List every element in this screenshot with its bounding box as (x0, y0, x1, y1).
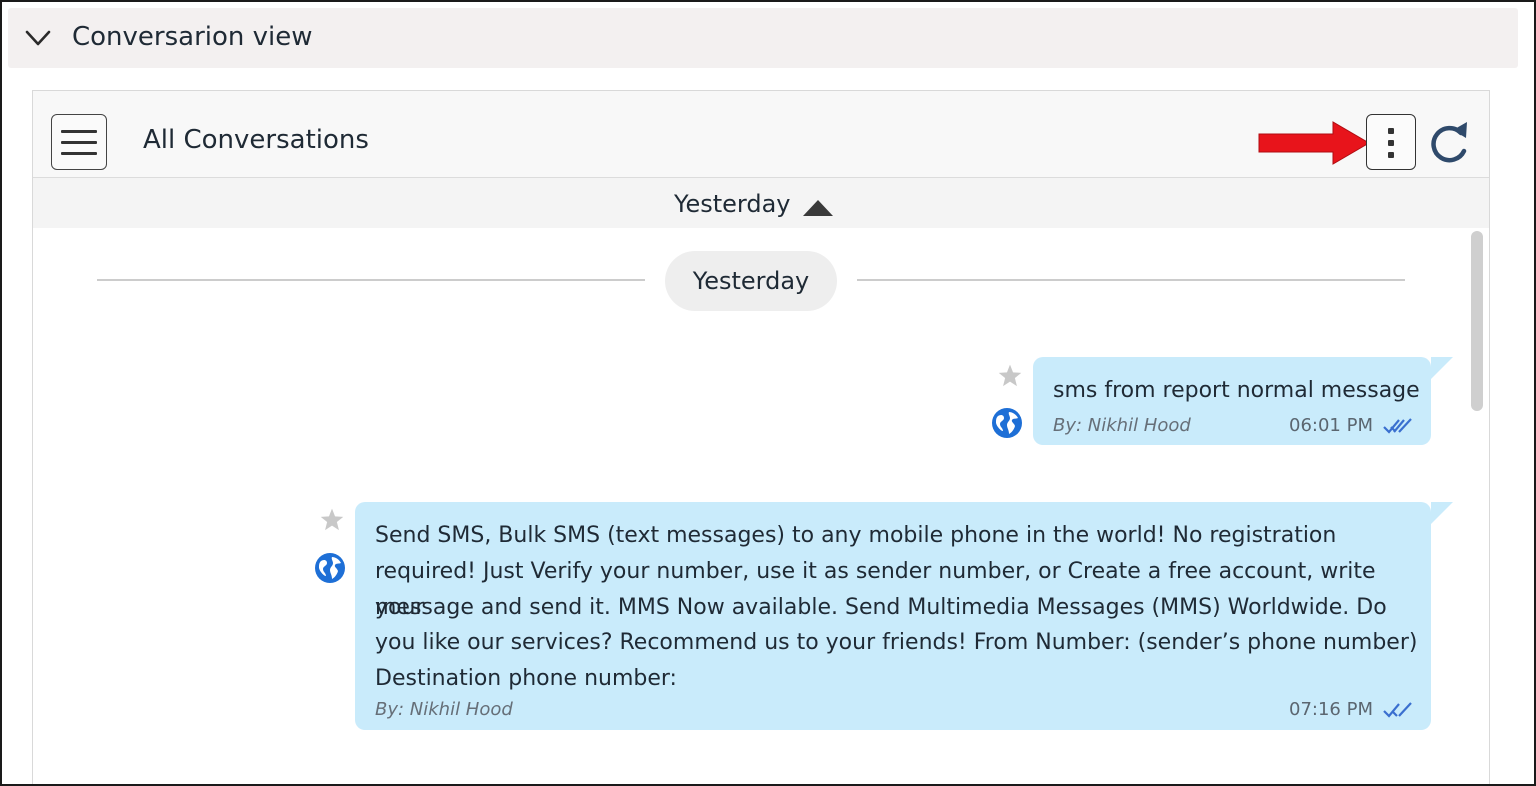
message-author: By: Nikhil Hood (1053, 415, 1191, 436)
star-icon[interactable] (997, 363, 1023, 389)
hamburger-menu-icon (61, 152, 97, 155)
message-text-line: Send SMS, Bulk SMS (text messages) to an… (375, 523, 1337, 548)
double-check-icon (1383, 702, 1412, 718)
date-separator-label: Yesterday (692, 267, 810, 295)
date-group-bar[interactable]: Yesterday (33, 178, 1489, 228)
message-bubble-tail (1431, 502, 1453, 524)
more-vertical-icon (1388, 128, 1394, 134)
message-time: 06:01 PM (1289, 415, 1373, 436)
hamburger-menu-button[interactable] (51, 114, 107, 170)
conversations-panel: All Conversations Yesterday Yesterday sm… (32, 90, 1490, 784)
red-arrow-annotation-icon (1258, 121, 1370, 165)
globe-icon (992, 408, 1022, 438)
date-group-label: Yesterday (674, 190, 791, 218)
more-options-button[interactable] (1366, 114, 1416, 170)
separator-line-left (97, 279, 645, 281)
globe-icon (315, 553, 345, 583)
message-text-line: message and send it. MMS Now available. … (375, 594, 1387, 620)
message-text-line: you like our services? Recommend us to y… (375, 630, 1418, 656)
double-check-icon (1383, 418, 1412, 434)
chevron-down-icon[interactable] (24, 28, 52, 48)
message-text: sms from report normal message (1053, 378, 1420, 403)
conversation-view-section-header[interactable]: Conversarion view (8, 8, 1518, 68)
message-text-line: Destination phone number: (375, 666, 677, 691)
date-separator-pill: Yesterday (665, 251, 837, 311)
separator-line-right (857, 279, 1405, 281)
screenshot-frame: Conversarion view All Conversations Yest… (0, 0, 1536, 786)
star-icon[interactable] (319, 507, 345, 533)
message-time: 07:16 PM (1289, 699, 1373, 720)
section-title: Conversarion view (72, 22, 313, 52)
panel-title: All Conversations (143, 125, 369, 155)
more-vertical-icon (1388, 152, 1394, 158)
caret-up-icon[interactable] (803, 200, 833, 216)
hamburger-menu-icon (61, 141, 97, 144)
hamburger-menu-icon (61, 130, 97, 133)
message-bubble-tail (1431, 357, 1453, 379)
message-bubble[interactable]: Send SMS, Bulk SMS (text messages) to an… (355, 502, 1431, 730)
scrollbar-thumb[interactable] (1471, 231, 1483, 411)
message-author: By: Nikhil Hood (375, 699, 513, 720)
message-bubble[interactable]: sms from report normal message By: Nikhi… (1033, 357, 1431, 445)
refresh-icon[interactable] (1426, 120, 1472, 166)
more-vertical-icon (1388, 140, 1394, 146)
panel-header: All Conversations (33, 91, 1489, 178)
